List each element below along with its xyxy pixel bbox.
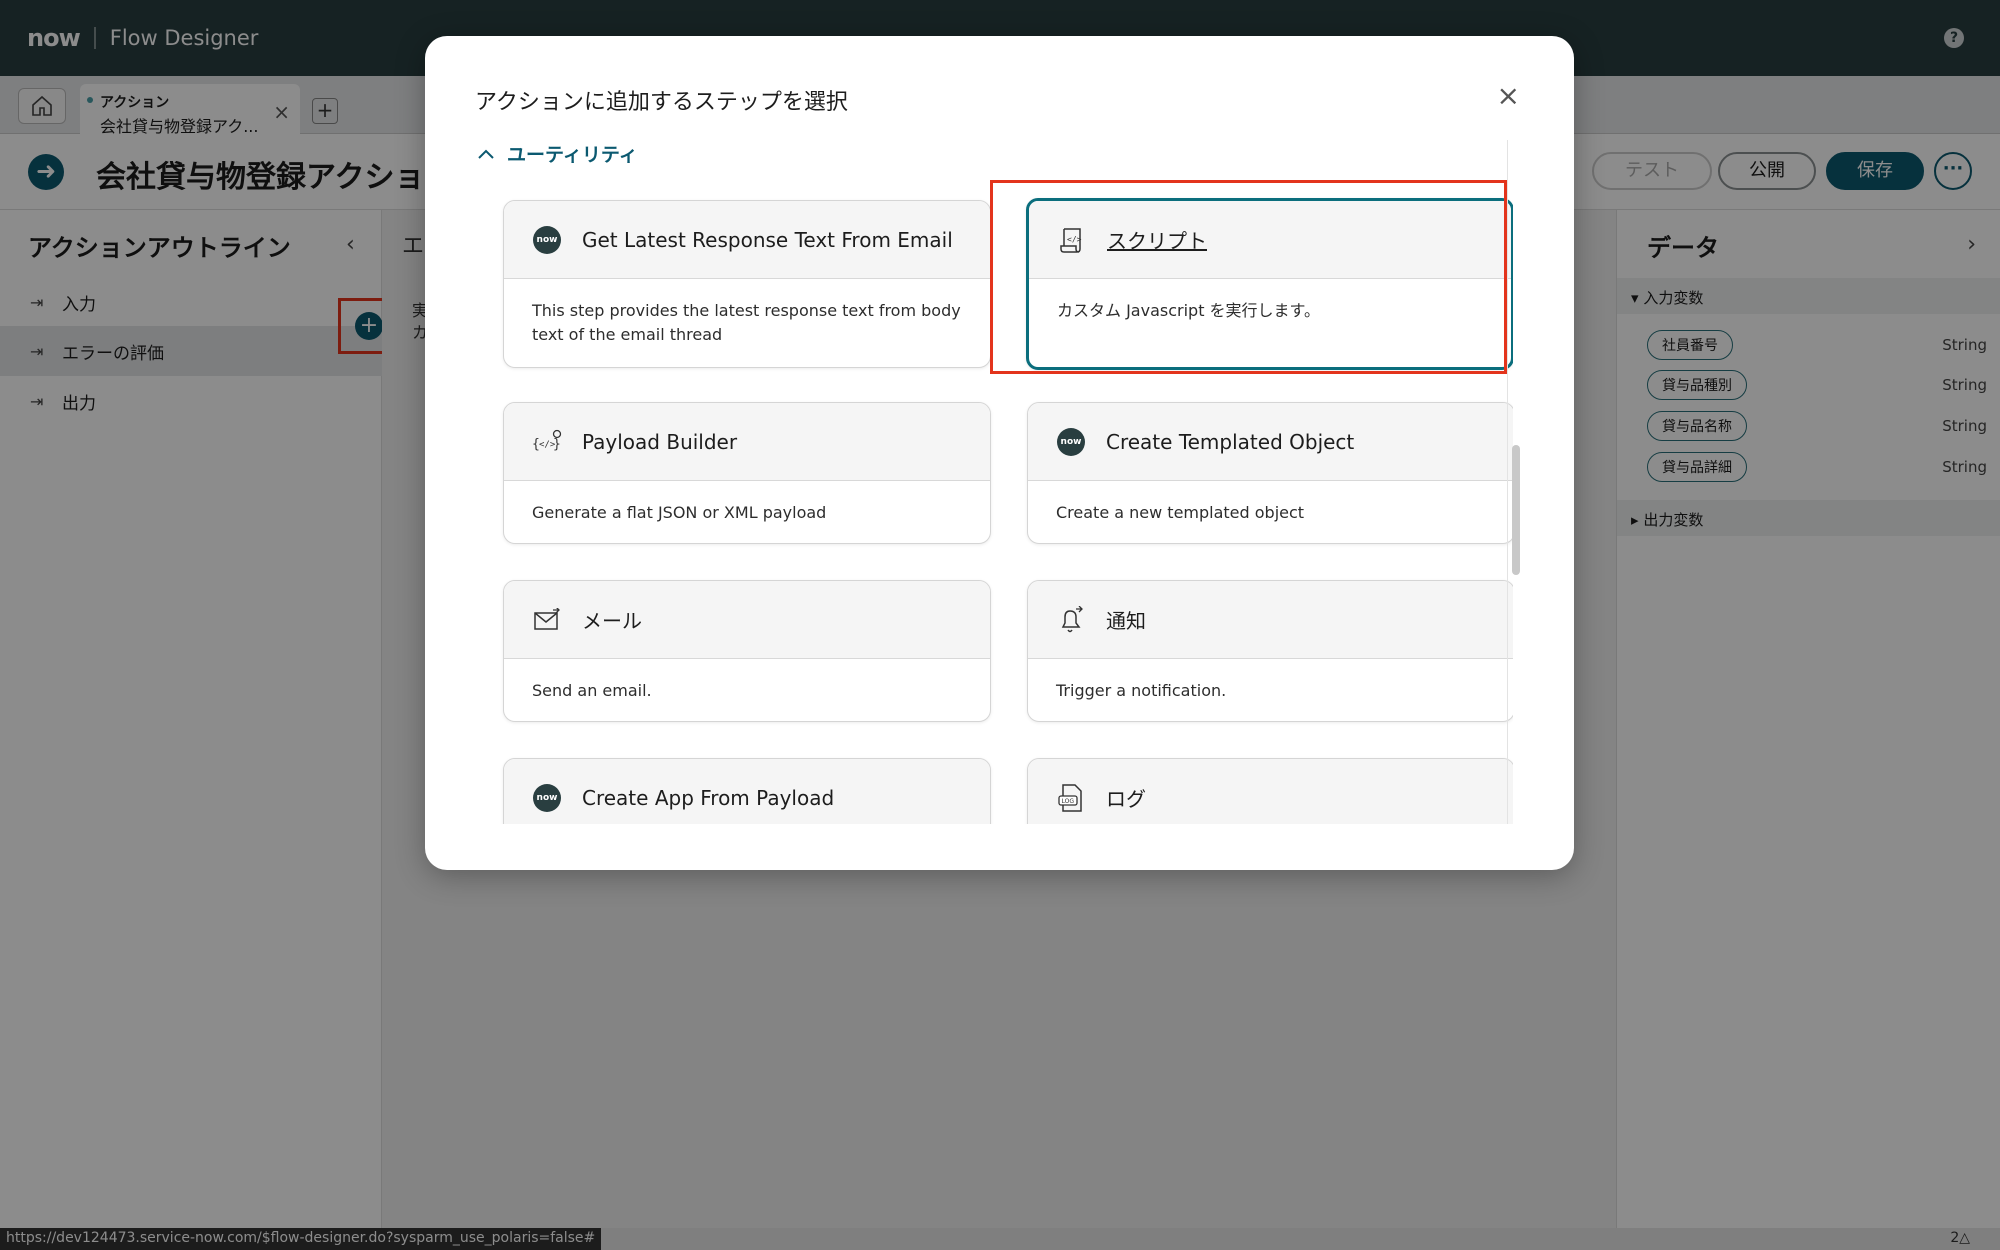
card-description: Trigger a notification.: [1056, 681, 1227, 700]
dialog-scrollbar[interactable]: [1507, 140, 1521, 824]
card-description: Create a new templated object: [1056, 503, 1305, 522]
step-card-email[interactable]: メール Send an email.: [503, 580, 991, 722]
card-title: Create App From Payload: [582, 785, 835, 810]
scrollbar-thumb[interactable]: [1512, 445, 1520, 575]
svg-text:}: }: [553, 437, 561, 452]
card-header: {</>} Payload Builder: [504, 403, 990, 481]
log-icon: LOG: [1056, 783, 1086, 813]
card-title: 通知: [1106, 609, 1146, 633]
svg-text:LOG: LOG: [1062, 798, 1075, 805]
card-description: Send an email.: [532, 681, 652, 700]
bell-icon: [1056, 605, 1086, 635]
card-header: now Get Latest Response Text From Email: [504, 201, 990, 279]
chevron-up-icon: [478, 149, 494, 159]
now-logo-icon: now: [532, 225, 562, 255]
card-description: This step provides the latest response t…: [532, 301, 961, 344]
close-icon[interactable]: ×: [1497, 82, 1520, 110]
step-card-create-app-from-payload[interactable]: now Create App From Payload: [503, 758, 991, 824]
dialog-title: アクションに追加するステップを選択: [475, 90, 848, 115]
now-logo-icon: now: [1056, 427, 1086, 457]
step-card-create-templated-object[interactable]: now Create Templated Object Create a new…: [1027, 402, 1513, 544]
card-header: now Create App From Payload: [504, 759, 990, 824]
card-header: now Create Templated Object: [1028, 403, 1513, 481]
step-card-notification[interactable]: 通知 Trigger a notification.: [1027, 580, 1513, 722]
highlight-frame: [990, 180, 1507, 374]
now-logo-icon: now: [532, 783, 562, 813]
card-header: LOG ログ: [1028, 759, 1513, 824]
card-title: メール: [582, 609, 642, 633]
step-card-get-latest-response[interactable]: now Get Latest Response Text From Email …: [503, 200, 991, 368]
card-header: 通知: [1028, 581, 1513, 659]
step-card-payload-builder[interactable]: {</>} Payload Builder Generate a flat JS…: [503, 402, 991, 544]
card-header: メール: [504, 581, 990, 659]
card-title: Get Latest Response Text From Email: [582, 227, 953, 252]
card-title: Payload Builder: [582, 429, 738, 454]
payload-icon: {</>}: [532, 427, 562, 457]
select-step-dialog: アクションに追加するステップを選択 × ユーティリティ now Get Late…: [425, 36, 1574, 870]
card-title: Create Templated Object: [1106, 429, 1355, 454]
step-card-log[interactable]: LOG ログ: [1027, 758, 1513, 824]
email-icon: [532, 605, 562, 635]
section-label: ユーティリティ: [507, 144, 638, 166]
card-description: Generate a flat JSON or XML payload: [532, 503, 827, 522]
card-title: ログ: [1106, 787, 1146, 811]
utility-section-toggle[interactable]: ユーティリティ: [477, 140, 638, 167]
